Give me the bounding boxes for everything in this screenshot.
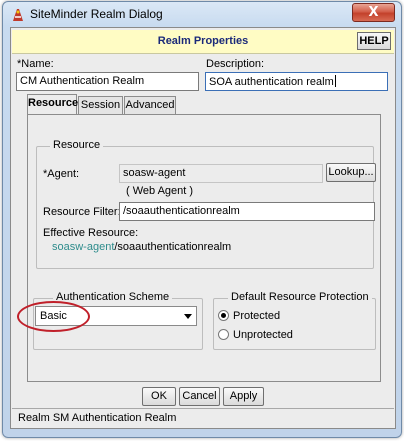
effective-resource-label: Effective Resource: bbox=[43, 227, 139, 239]
apply-button[interactable]: Apply bbox=[223, 387, 264, 406]
description-value: SOA authentication realm bbox=[209, 76, 334, 88]
agent-label: *Agent: bbox=[43, 168, 80, 180]
resource-group-title: Resource bbox=[50, 139, 104, 151]
radio-unchecked-icon bbox=[218, 329, 229, 340]
agent-field[interactable]: soasw-agent bbox=[119, 164, 323, 183]
header-bar: Realm Properties HELP bbox=[12, 30, 394, 54]
title-bar[interactable]: SiteMinder Realm Dialog X bbox=[3, 2, 401, 26]
status-bar: Realm SM Authentication Realm bbox=[12, 408, 394, 427]
chevron-down-icon bbox=[184, 314, 192, 319]
description-field[interactable]: SOA authentication realm bbox=[205, 72, 388, 91]
dialog-window: SiteMinder Realm Dialog X Realm Properti… bbox=[2, 1, 402, 438]
window-title: SiteMinder Realm Dialog bbox=[30, 7, 163, 21]
tab-resource[interactable]: Resource bbox=[27, 94, 78, 114]
effective-resource-value: soasw-agent/soaauthenticationrealm bbox=[52, 241, 231, 253]
auth-scheme-selected: Basic bbox=[40, 310, 67, 322]
status-text: Realm SM Authentication Realm bbox=[18, 412, 177, 424]
close-button[interactable]: X bbox=[352, 3, 395, 22]
tab-advanced[interactable]: Advanced bbox=[124, 96, 176, 114]
unprotected-radio[interactable]: Unprotected bbox=[218, 329, 293, 341]
app-icon bbox=[13, 9, 23, 21]
auth-scheme-select[interactable]: Basic bbox=[35, 306, 197, 326]
protection-group: Default Resource Protection bbox=[213, 291, 376, 350]
description-label: Description: bbox=[206, 58, 265, 70]
agent-type-text: ( Web Agent ) bbox=[126, 185, 194, 197]
cancel-button[interactable]: Cancel bbox=[179, 387, 220, 406]
dialog-client: Realm Properties HELP *Name: CM Authenti… bbox=[10, 27, 396, 429]
protected-label: Protected bbox=[233, 310, 281, 322]
name-value: CM Authentication Realm bbox=[20, 75, 145, 87]
resource-filter-field[interactable]: /soaauthenticationrealm bbox=[119, 202, 375, 221]
effective-agent-link[interactable]: soasw-agent bbox=[52, 241, 114, 253]
name-field[interactable]: CM Authentication Realm bbox=[16, 72, 199, 91]
resource-filter-label: Resource Filter: bbox=[43, 206, 121, 218]
text-caret bbox=[334, 75, 336, 87]
lookup-button[interactable]: Lookup... bbox=[326, 163, 376, 182]
radio-checked-icon bbox=[218, 310, 229, 321]
auth-scheme-title: Authentication Scheme bbox=[53, 291, 173, 303]
name-label: *Name: bbox=[17, 58, 54, 70]
resource-filter-value: /soaauthenticationrealm bbox=[123, 205, 240, 217]
tab-session[interactable]: Session bbox=[78, 96, 123, 114]
unprotected-label: Unprotected bbox=[233, 329, 293, 341]
protected-radio[interactable]: Protected bbox=[218, 310, 280, 322]
protection-group-title: Default Resource Protection bbox=[228, 291, 372, 303]
page-title: Realm Properties bbox=[157, 35, 249, 47]
agent-value: soasw-agent bbox=[123, 167, 186, 179]
help-button[interactable]: HELP bbox=[357, 32, 391, 50]
effective-resource-path: /soaauthenticationrealm bbox=[114, 241, 232, 253]
ok-button[interactable]: OK bbox=[142, 387, 176, 406]
